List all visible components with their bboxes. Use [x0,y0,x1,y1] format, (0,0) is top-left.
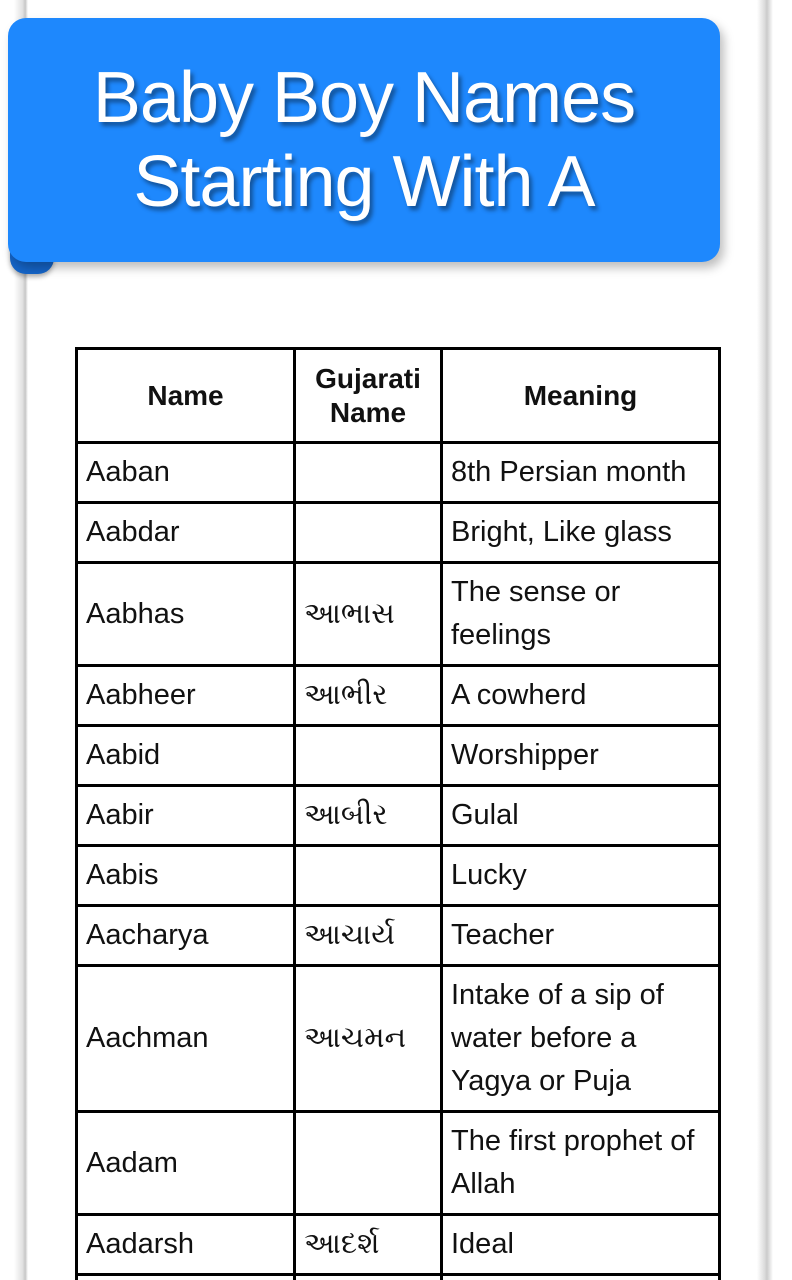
table-row: Aacharya આચાર્ય Teacher [75,904,721,967]
cell-meaning: 8th Persian month [440,441,721,504]
cell-gujarati-name: આચાર્ય [293,904,443,967]
cell-gujarati-name: આભીર [293,664,443,727]
cell-meaning: Lucky [440,844,721,907]
table-row: AadavanઆદાવનThe Sun [75,1273,721,1280]
page-outer-right-background [773,0,792,1280]
names-table-container: Name Gujarati Name Meaning Aaban 8th Pers… [75,347,721,1280]
cell-gujarati-name [293,1110,443,1216]
cell-name: Aabheer [75,664,296,727]
cell-meaning: Gulal [440,784,721,847]
cell-name: Aadarsh [75,1213,296,1276]
title-banner: Baby Boy Names Starting With A [8,18,720,262]
cell-meaning: A cowherd [440,664,721,727]
cell-gujarati-name [293,501,443,564]
cell-name: Aacharya [75,904,296,967]
cell-meaning: Worshipper [440,724,721,787]
table-head: Name Gujarati Name Meaning [75,347,721,444]
cell-name: Aabhas [75,561,296,667]
cell-gujarati-name [293,724,443,787]
table-row: Aadam The first prophet of Allah [75,1110,721,1216]
table-row: Aabheer આભીર A cowherd [75,664,721,727]
cell-meaning: The first prophet of Allah [440,1110,721,1216]
page-title: Baby Boy Names Starting With A [92,58,636,222]
cell-name: Aabdar [75,501,296,564]
cell-meaning: Ideal [440,1213,721,1276]
cell-name: Aaban [75,441,296,504]
cell-name: Aadam [75,1110,296,1216]
cell-meaning: Teacher [440,904,721,967]
cell-gujarati-name [293,441,443,504]
table-row: Aabdar Bright, Like glass [75,501,721,564]
cell-gujarati-name [293,844,443,907]
screen-root: Baby Boy Names Starting With A Name Guja… [0,0,792,1280]
table-row: Aabhas આભાસ The sense or feelings [75,561,721,667]
table-row: Aachman આચમન Intake of a sip of water befo… [75,964,721,1113]
table-row: Aabir આબીર Gulal [75,784,721,847]
cell-gujarati-name: આદર્શ [293,1213,443,1276]
cell-name: Aabis [75,844,296,907]
table-row: Aadarsh આદર્શ Ideal [75,1213,721,1276]
cell-meaning: Bright, Like glass [440,501,721,564]
cell-name: Aabid [75,724,296,787]
table-row: Aaban 8th Persian month [75,441,721,504]
baby-names-table: Name Gujarati Name Meaning Aaban 8th Pers… [75,347,721,1280]
table-header-row: Name Gujarati Name Meaning [75,347,721,444]
cell-meaning: The Sun [440,1273,721,1280]
column-header-meaning: Meaning [440,347,721,444]
cell-gujarati-name: આબીર [293,784,443,847]
cell-meaning: The sense or feelings [440,561,721,667]
title-banner-wrapper: Baby Boy Names Starting With A [8,18,720,274]
table-row: Aabis Lucky [75,844,721,907]
table-row: Aabid Worshipper [75,724,721,787]
cell-name: Aadavan [75,1273,296,1280]
column-header-gujarati-name: Gujarati Name [293,347,443,444]
cell-gujarati-name: આચમન [293,964,443,1113]
cell-name: Aachman [75,964,296,1113]
table-body: Aaban 8th Persian month Aabdar Bright, Like… [75,441,721,1280]
cell-meaning: Intake of a sip of water before a Yagya … [440,964,721,1113]
column-header-name: Name [75,347,296,444]
cell-gujarati-name: આદાવન [293,1273,443,1280]
cell-gujarati-name: આભાસ [293,561,443,667]
cell-name: Aabir [75,784,296,847]
